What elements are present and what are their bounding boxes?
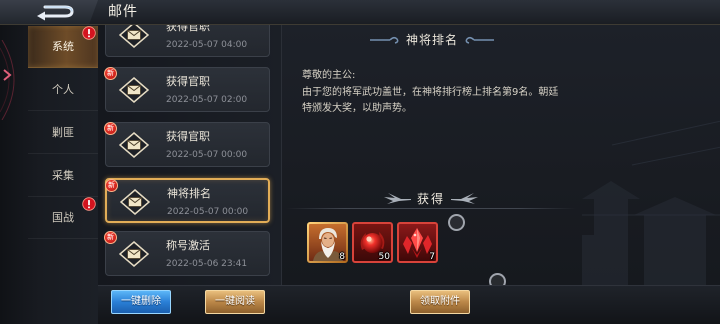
action-bar bbox=[98, 285, 720, 324]
mail-date: 2022-05-07 04:00 bbox=[166, 39, 248, 50]
mail-date: 2022-05-07 00:00 bbox=[166, 150, 248, 160]
tab-bandits[interactable]: 剿匪 bbox=[28, 112, 98, 154]
tab-system[interactable]: 系统 bbox=[28, 26, 98, 68]
new-badge: 新 bbox=[104, 122, 117, 135]
new-badge: 新 bbox=[105, 179, 118, 192]
read-all-button[interactable]: 一键阅读 bbox=[205, 290, 265, 314]
envelope-icon bbox=[119, 241, 149, 267]
tab-label: 剿匪 bbox=[52, 126, 74, 139]
tab-label: 采集 bbox=[52, 169, 74, 182]
page-title: 邮件 bbox=[108, 4, 138, 20]
message-title: 神将排名 bbox=[405, 33, 458, 47]
alert-badge-icon bbox=[82, 196, 96, 211]
tab-nation-war[interactable]: 国战 bbox=[28, 197, 98, 239]
mail-title: 神将排名 bbox=[167, 187, 211, 200]
mail-date: 2022-05-07 00:00 bbox=[167, 207, 249, 217]
message-panel: 神将排名 尊敬的主公: 由于您的将军武功盖世，在神将排行榜上排名第9名。朝廷 特… bbox=[281, 25, 720, 285]
new-badge: 新 bbox=[104, 67, 117, 80]
mail-screen: 邮件 系统 个人 剿匪 采集 国战 获得官职 2022-05-07 04:00 … bbox=[0, 0, 720, 324]
reward-item[interactable]: 50 bbox=[352, 222, 393, 263]
wing-ornament-icon bbox=[451, 193, 478, 204]
top-bar: 邮件 bbox=[0, 0, 720, 25]
reward-count: 8 bbox=[339, 252, 345, 262]
message-body-line: 由于您的将军武功盖世，在神将排行榜上排名第9名。朝廷 bbox=[302, 87, 559, 98]
reward-item[interactable]: 7 bbox=[397, 222, 438, 263]
tab-personal[interactable]: 个人 bbox=[28, 69, 98, 111]
touch-indicator bbox=[448, 214, 465, 231]
envelope-icon bbox=[119, 132, 149, 158]
mail-title: 称号激活 bbox=[166, 239, 210, 252]
mail-title: 获得官职 bbox=[166, 75, 210, 88]
tab-gathering[interactable]: 采集 bbox=[28, 155, 98, 197]
delete-all-button[interactable]: 一键删除 bbox=[111, 290, 171, 314]
envelope-icon bbox=[119, 25, 149, 48]
mail-item[interactable]: 神将排名 2022-05-07 00:00 新 bbox=[105, 178, 270, 223]
envelope-icon bbox=[119, 77, 149, 103]
mail-title: 获得官职 bbox=[166, 130, 210, 143]
reward-item[interactable]: 8 bbox=[307, 222, 348, 263]
mail-title: 获得官职 bbox=[166, 25, 210, 33]
mail-item[interactable]: 获得官职 2022-05-07 00:00 新 bbox=[104, 122, 270, 167]
mail-item[interactable]: 获得官职 2022-05-07 02:00 新 bbox=[104, 67, 270, 112]
chevron-right-icon[interactable] bbox=[0, 40, 26, 120]
back-button[interactable] bbox=[30, 3, 82, 22]
reward-count: 7 bbox=[429, 252, 435, 262]
claim-attachments-button[interactable]: 领取附件 bbox=[410, 290, 470, 314]
tab-label: 个人 bbox=[52, 83, 74, 96]
alert-badge-icon bbox=[82, 25, 96, 40]
reward-count: 50 bbox=[378, 252, 390, 262]
mail-date: 2022-05-06 23:41 bbox=[166, 259, 248, 269]
envelope-icon bbox=[120, 189, 150, 215]
back-arrow-icon bbox=[37, 5, 74, 21]
mail-list[interactable]: 获得官职 2022-05-07 04:00 获得官职 2022-05-07 02… bbox=[98, 25, 281, 285]
rewards-divider bbox=[286, 208, 576, 209]
message-title-bar: 神将排名 bbox=[367, 31, 497, 49]
title-ornament-icon bbox=[465, 36, 494, 44]
wing-ornament-icon bbox=[383, 193, 411, 204]
new-badge: 新 bbox=[104, 231, 117, 244]
rewards-title: 获得 bbox=[416, 192, 445, 206]
title-ornament-icon bbox=[369, 36, 399, 44]
mail-item[interactable]: 获得官职 2022-05-07 04:00 bbox=[105, 25, 270, 57]
message-greeting: 尊敬的主公: bbox=[302, 70, 356, 81]
mail-date: 2022-05-07 02:00 bbox=[166, 95, 248, 105]
category-sidebar: 系统 个人 剿匪 采集 国战 bbox=[0, 25, 98, 324]
rewards-header: 获得 bbox=[286, 190, 576, 208]
message-body-line: 特颁发大奖，以助声势。 bbox=[302, 103, 412, 114]
mail-item[interactable]: 称号激活 2022-05-06 23:41 新 bbox=[104, 231, 270, 276]
